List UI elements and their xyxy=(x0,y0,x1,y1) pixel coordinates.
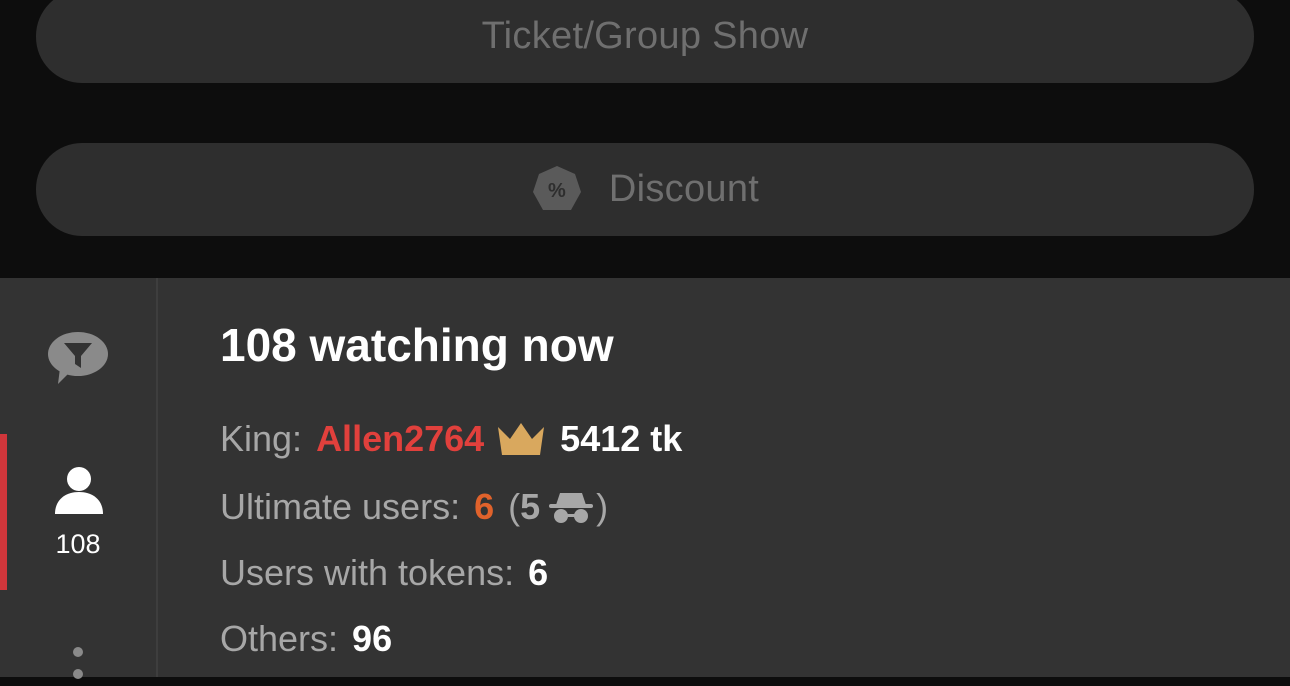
viewers-content: 108 watching now King: Allen2764 5412 tk… xyxy=(220,278,1260,677)
ultimate-close-paren: ) xyxy=(596,486,609,527)
viewers-panel: 108 108 watching now King: Allen2764 541… xyxy=(0,278,1290,679)
user-icon xyxy=(55,467,103,514)
top-actions: Ticket/Group Show % Discount xyxy=(0,0,1290,278)
king-tokens: 5412 tk xyxy=(560,418,683,459)
svg-text:%: % xyxy=(548,180,566,202)
users-tab[interactable]: 108 xyxy=(0,434,156,590)
ultimate-open-paren: ( xyxy=(508,486,521,527)
users-with-tokens-row: Users with tokens: 6 xyxy=(220,552,548,594)
ticket-group-show-label: Ticket/Group Show xyxy=(481,15,809,57)
tokens-count: 6 xyxy=(528,552,549,593)
ultimate-incognito-count: 5 xyxy=(520,486,541,527)
discount-badge-icon: % xyxy=(532,165,581,210)
ticket-group-show-button[interactable]: Ticket/Group Show xyxy=(36,0,1254,83)
active-tab-indicator xyxy=(0,434,7,590)
king-label: King: xyxy=(220,418,303,459)
users-count: 108 xyxy=(55,529,101,559)
others-count: 96 xyxy=(352,618,393,659)
ultimate-users-row: Ultimate users: 6 ( 5 ) xyxy=(220,486,608,528)
discount-label: Discount xyxy=(608,168,760,210)
king-username[interactable]: Allen2764 xyxy=(316,418,484,460)
watching-title: 108 watching now xyxy=(220,319,614,371)
crown-icon xyxy=(498,423,545,455)
others-row: Others: 96 xyxy=(220,618,392,660)
chat-filter-icon[interactable] xyxy=(48,330,108,384)
king-row: King: Allen2764 5412 tk xyxy=(220,418,682,460)
more-vertical-icon[interactable] xyxy=(72,646,84,686)
side-rail: 108 xyxy=(0,278,158,679)
others-label: Others: xyxy=(220,618,339,659)
incognito-icon xyxy=(549,493,594,523)
ultimate-count: 6 xyxy=(474,486,495,527)
tokens-label: Users with tokens: xyxy=(220,552,515,593)
discount-button[interactable]: % Discount xyxy=(36,143,1254,236)
ultimate-label: Ultimate users: xyxy=(220,486,461,527)
